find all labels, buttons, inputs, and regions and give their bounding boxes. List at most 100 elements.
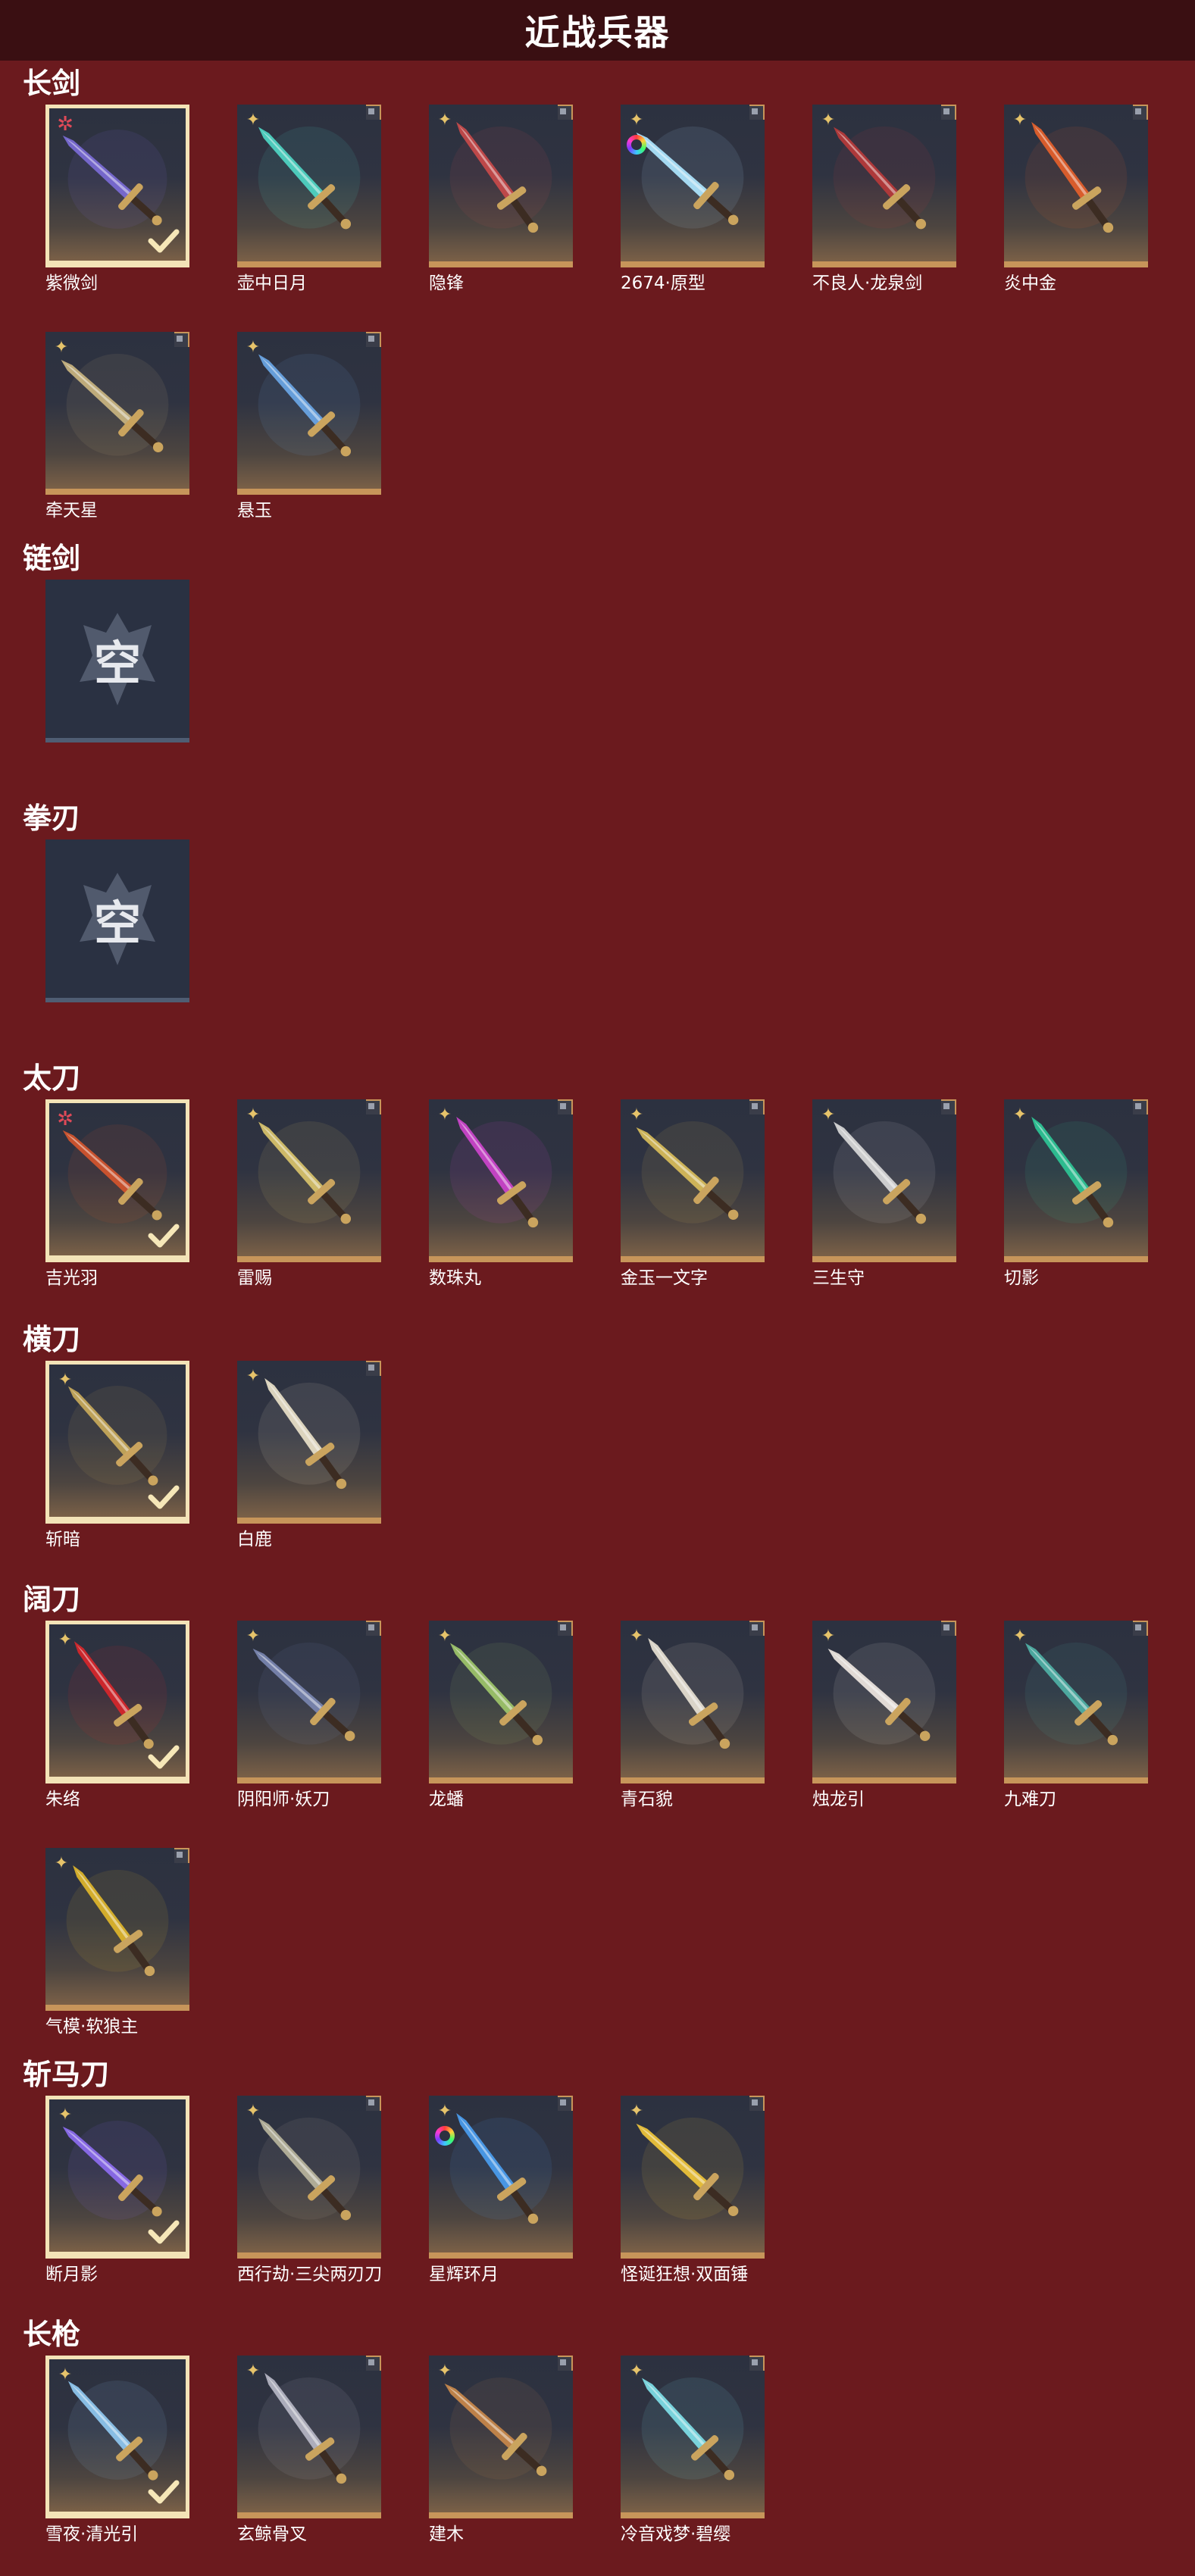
equipped-check-icon [148, 1745, 180, 1769]
weapon-thumbnail[interactable]: ✦ [45, 2356, 189, 2518]
weapon-card[interactable]: ✦ 龙蟠 [429, 1621, 577, 1811]
weapon-thumbnail[interactable]: ✲ [45, 1099, 189, 1262]
weapon-thumbnail[interactable]: ✦ [429, 105, 573, 267]
gold-star-icon: ✦ [437, 1105, 452, 1124]
section-title: 链剑 [23, 542, 81, 575]
weapon-thumbnail[interactable]: ✦ [621, 105, 765, 267]
rainbow-ring-icon [627, 135, 646, 155]
weapon-card[interactable]: ✦ 气模·软狼主 [45, 1848, 193, 2038]
weapon-thumbnail[interactable]: ✦ [237, 332, 381, 495]
weapon-name: 龙蟠 [429, 1790, 464, 1809]
weapon-card[interactable]: ✦ 玄鲸骨叉 [237, 2356, 385, 2546]
weapon-name: 壶中日月 [237, 274, 307, 293]
weapon-name: 气模·软狼主 [45, 2017, 139, 2037]
weapon-card[interactable]: ✦ 炎中金 [1004, 105, 1152, 295]
weapon-thumbnail[interactable]: 空 [45, 580, 189, 742]
weapon-card[interactable]: ✦ 建木 [429, 2356, 577, 2546]
gold-star-icon: ✦ [629, 111, 644, 130]
weapon-name: 白鹿 [237, 1530, 272, 1549]
weapon-card[interactable]: ✦ 九难刀 [1004, 1621, 1152, 1811]
weapon-thumbnail[interactable]: ✦ [1004, 1621, 1148, 1784]
weapon-card[interactable]: ✦ 切影 [1004, 1099, 1152, 1290]
gold-star-icon: ✦ [629, 1627, 644, 1646]
corner-ornament-icon [366, 105, 381, 120]
weapon-card[interactable]: ✦ 不良人·龙泉剑 [812, 105, 960, 295]
weapon-card[interactable]: ✦ 冷音戏梦·碧缨 [621, 2356, 768, 2546]
weapon-thumbnail[interactable]: ✦ [1004, 1099, 1148, 1262]
weapon-thumbnail[interactable]: 空 [45, 839, 189, 1002]
weapon-card[interactable]: ✦ 断月影 [45, 2096, 193, 2286]
weapon-card[interactable]: ✦ 雪夜·清光引 [45, 2356, 193, 2546]
weapon-card[interactable]: ✦ 金玉一文字 [621, 1099, 768, 1290]
weapon-thumbnail[interactable]: ✦ [429, 2356, 573, 2518]
corner-ornament-icon [366, 1361, 381, 1376]
corner-ornament-icon [749, 1099, 765, 1114]
weapon-thumbnail[interactable]: ✦ [812, 105, 956, 267]
weapon-thumbnail[interactable]: ✦ [812, 1099, 956, 1262]
weapon-thumbnail[interactable]: ✦ [237, 2356, 381, 2518]
weapon-card[interactable]: ✦ 朱络 [45, 1621, 193, 1811]
weapon-card[interactable]: ✦ 斩暗 [45, 1361, 193, 1551]
weapon-name: 建木 [429, 2524, 464, 2544]
empty-slot[interactable]: 空 [45, 839, 193, 1002]
weapon-card[interactable]: ✦ 雷赐 [237, 1099, 385, 1290]
weapon-thumbnail[interactable]: ✦ [237, 1621, 381, 1784]
weapon-name: 九难刀 [1004, 1790, 1056, 1809]
corner-ornament-icon [941, 1099, 956, 1114]
weapon-card[interactable]: ✦ 数珠丸 [429, 1099, 577, 1290]
weapon-thumbnail[interactable]: ✲ [45, 105, 189, 267]
weapon-thumbnail[interactable]: ✦ [45, 2096, 189, 2259]
weapon-thumbnail[interactable]: ✦ [429, 1621, 573, 1784]
weapon-card[interactable]: ✦ 西行劫·三尖两刃刀 [237, 2096, 385, 2286]
weapon-thumbnail[interactable]: ✦ [237, 1099, 381, 1262]
corner-ornament-icon [1133, 1099, 1148, 1114]
gold-star-icon: ✦ [437, 1627, 452, 1646]
weapon-name: 数珠丸 [429, 1268, 481, 1288]
empty-slot[interactable]: 空 [45, 580, 193, 742]
weapon-thumbnail[interactable]: ✦ [621, 2096, 765, 2259]
gold-star-icon: ✦ [629, 2102, 644, 2121]
weapon-thumbnail[interactable]: ✦ [45, 1848, 189, 2011]
section-title: 斩马刀 [23, 2058, 110, 2091]
weapon-card[interactable]: ✦ 牵天星 [45, 332, 193, 522]
weapon-name: 紫微剑 [45, 274, 98, 293]
empty-slot-glyph: 空 [45, 580, 189, 738]
gold-star-icon: ✦ [246, 2102, 261, 2121]
weapon-thumbnail[interactable]: ✦ [45, 332, 189, 495]
weapon-name: 牵天星 [45, 501, 98, 521]
weapon-thumbnail[interactable]: ✦ [1004, 105, 1148, 267]
weapon-thumbnail[interactable]: ✦ [237, 105, 381, 267]
weapon-card[interactable]: ✦ 三生守 [812, 1099, 960, 1290]
weapon-card[interactable]: ✦ 烛龙引 [812, 1621, 960, 1811]
weapon-card[interactable]: ✦ 星辉环月 [429, 2096, 577, 2286]
weapon-thumbnail[interactable]: ✦ [237, 2096, 381, 2259]
weapon-card[interactable]: ✦ 悬玉 [237, 332, 385, 522]
empty-slot-label: 空 [93, 635, 141, 691]
weapon-card[interactable]: ✦ 隐锋 [429, 105, 577, 295]
weapon-card[interactable]: ✦ 白鹿 [237, 1361, 385, 1551]
weapon-thumbnail[interactable]: ✦ [237, 1361, 381, 1524]
gold-star-icon: ✦ [437, 2102, 452, 2121]
weapon-thumbnail[interactable]: ✦ [429, 1099, 573, 1262]
weapon-card[interactable]: ✦ 青石貌 [621, 1621, 768, 1811]
weapon-card[interactable]: ✲ 吉光羽 [45, 1099, 193, 1290]
corner-ornament-icon [558, 1099, 573, 1114]
weapon-thumbnail[interactable]: ✦ [45, 1361, 189, 1524]
weapon-thumbnail[interactable]: ✦ [429, 2096, 573, 2259]
weapon-thumbnail[interactable]: ✦ [45, 1621, 189, 1784]
weapon-thumbnail[interactable]: ✦ [621, 2356, 765, 2518]
weapon-card[interactable]: ✦ 壶中日月 [237, 105, 385, 295]
gold-star-icon: ✦ [821, 111, 836, 130]
weapon-thumbnail[interactable]: ✦ [621, 1099, 765, 1262]
section-title: 长剑 [23, 67, 81, 100]
weapon-thumbnail[interactable]: ✦ [621, 1621, 765, 1784]
weapon-thumbnail[interactable]: ✦ [812, 1621, 956, 1784]
gold-star-icon: ✦ [58, 1630, 73, 1649]
section-title: 长枪 [23, 2318, 81, 2351]
weapon-name: 朱络 [45, 1790, 80, 1809]
weapon-card[interactable]: ✦ 阴阳师·妖刀 [237, 1621, 385, 1811]
weapon-card[interactable]: ✦ 怪诞狂想·双面锤 [621, 2096, 768, 2286]
weapon-card[interactable]: ✦ 2674·原型 [621, 105, 768, 295]
section-title: 横刀 [23, 1323, 81, 1356]
weapon-card[interactable]: ✲ 紫微剑 [45, 105, 193, 295]
